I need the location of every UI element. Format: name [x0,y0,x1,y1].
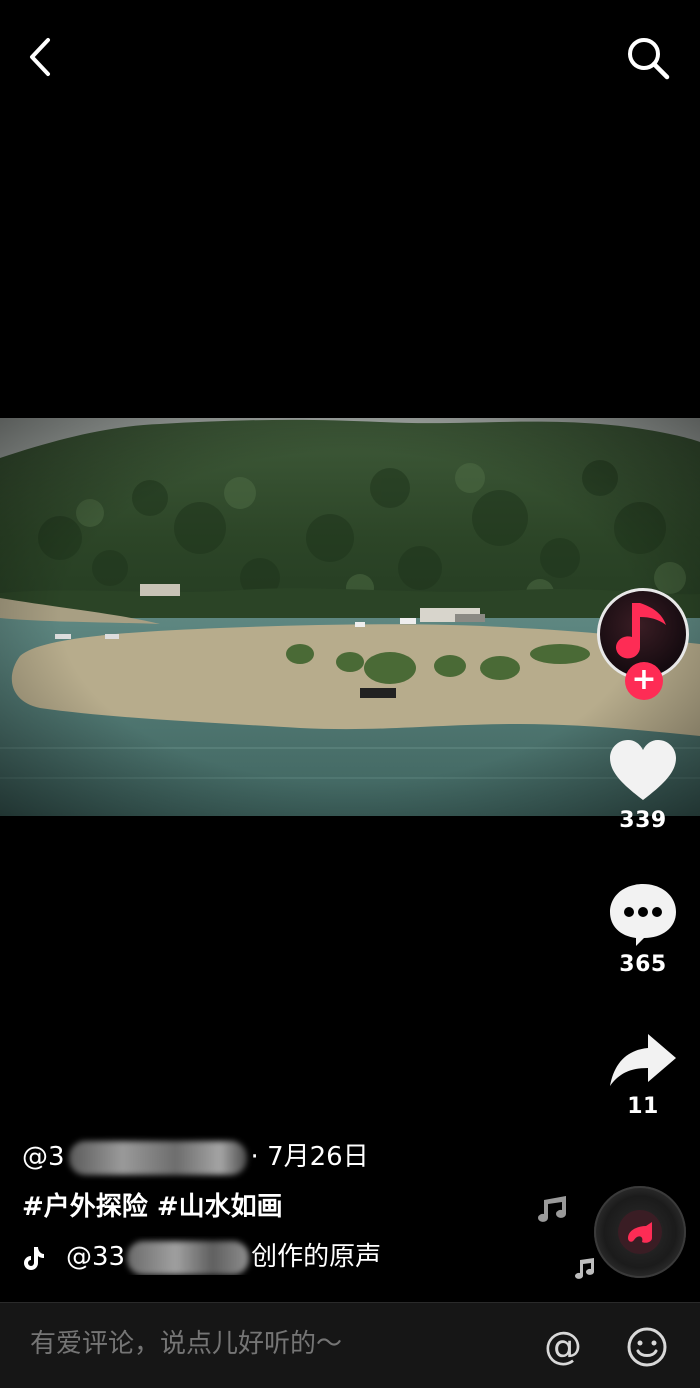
blurred-music-author [127,1240,250,1275]
search-icon [628,38,670,80]
share-button[interactable]: 11 [598,1030,688,1119]
comment-bar [0,1302,700,1388]
blurred-username [68,1140,247,1175]
music-note-float-icon [538,1196,566,1222]
follow-button[interactable]: + [625,662,663,700]
lake-landscape-image [0,418,700,816]
music-title: 创作的原声 [251,1242,382,1272]
music-line[interactable]: @33 创作的原声 [22,1236,392,1275]
comment-input[interactable] [30,1329,510,1359]
hashtags[interactable]: #户外探险 #山水如画 [22,1186,283,1223]
video-player[interactable] [0,418,700,816]
mention-button[interactable]: @ [544,1326,582,1366]
back-button[interactable] [22,34,62,80]
heart-icon [610,740,676,800]
like-count: 339 [619,808,667,833]
disc-cover [618,1210,662,1254]
author-line[interactable]: @3 · 7月26日 [22,1136,369,1175]
comment-bubble-icon [610,884,676,946]
like-button[interactable]: 339 [598,738,688,833]
music-note-float-icon-2 [575,1258,594,1279]
chevron-left-icon [30,38,50,76]
comment-button[interactable]: 365 [598,882,688,977]
search-button[interactable] [622,32,674,84]
tiktok-note-icon [24,1246,44,1270]
music-author-prefix: @33 [66,1242,126,1272]
author-handle-prefix: @3 [22,1142,65,1172]
smiley-face-icon [627,1327,667,1367]
share-arrow-icon [610,1034,676,1086]
post-date: · 7月26日 [250,1142,369,1172]
disc-note-icon [628,1222,652,1243]
emoji-button[interactable] [626,1326,668,1368]
share-count: 11 [627,1094,659,1119]
comment-count: 365 [619,952,667,977]
